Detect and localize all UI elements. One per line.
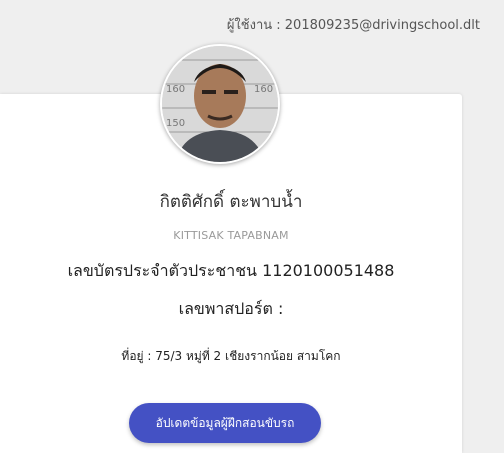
national-id-number: เลขบัตรประจำตัวประชาชน 1120100051488: [67, 261, 395, 280]
address: ที่อยู่ : 75/3 หมู่ที่ 2 เชียงรากน้อย สา…: [121, 349, 341, 363]
update-trainer-info-button[interactable]: อัปเดตข้อมูลผู้ฝึกสอนขับรถ: [129, 403, 321, 443]
trainer-name-english: KITTISAK TAPABNAM: [173, 229, 289, 242]
passport-number: เลขพาสปอร์ต :: [178, 299, 284, 318]
scale-mark: 150: [166, 118, 185, 129]
profile-photo: 160 150 160: [160, 44, 280, 164]
scale-mark: 160: [166, 84, 185, 95]
top-bar: ผู้ใช้งาน : 201809235@drivingschool.dlt: [0, 0, 504, 48]
logged-in-user: ผู้ใช้งาน : 201809235@drivingschool.dlt: [226, 18, 480, 33]
scale-mark: 160: [254, 84, 273, 95]
trainer-name-thai: กิตติศักดิ์ ตะพาบน้ำ: [159, 192, 303, 212]
